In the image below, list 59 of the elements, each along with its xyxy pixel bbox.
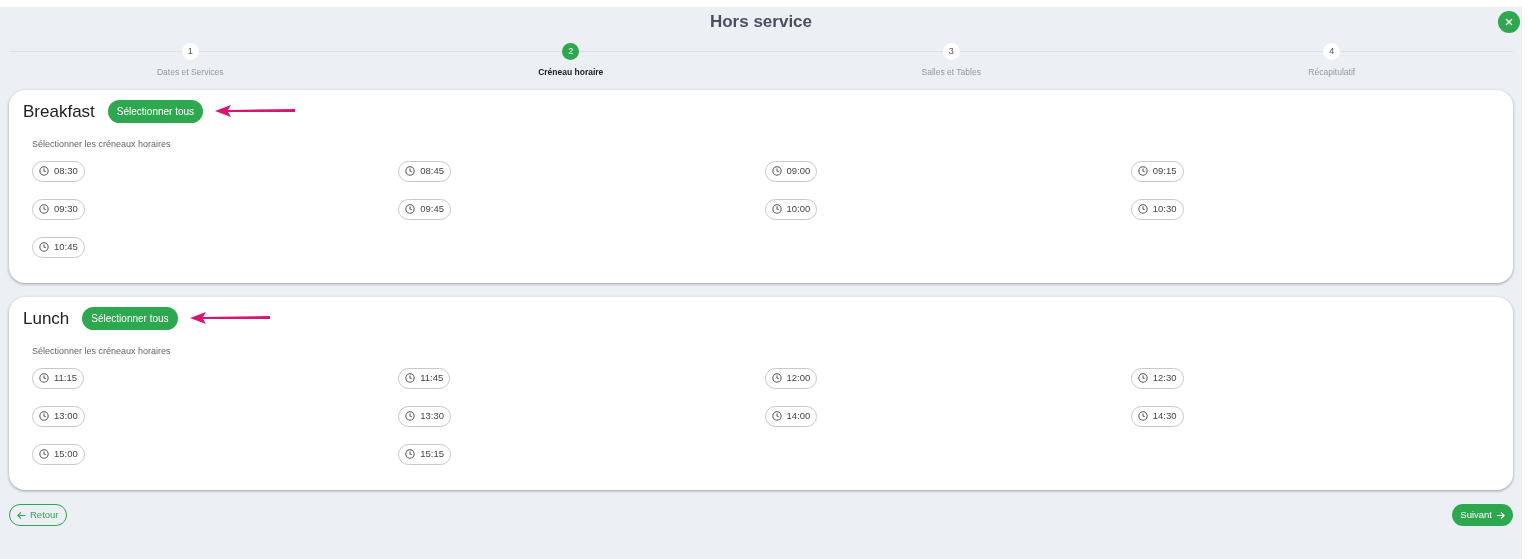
clock-icon [771, 166, 782, 176]
time-slot-button[interactable]: 08:45 [398, 160, 452, 182]
clock-icon [405, 204, 416, 214]
slots-prompt: Sélectionner les créneaux horaires [32, 345, 172, 358]
time-slot-button[interactable]: 10:45 [32, 236, 85, 258]
time-slot-button[interactable]: 15:15 [398, 443, 452, 465]
clock-icon [39, 166, 49, 176]
time-slot-button[interactable]: 15:00 [32, 443, 85, 465]
close-button[interactable] [1498, 11, 1520, 33]
clock-icon [39, 204, 49, 214]
clock-icon [405, 373, 416, 383]
time-slot-button[interactable]: 09:00 [764, 160, 818, 182]
time-slot-button[interactable]: 09:30 [32, 198, 85, 220]
stepper-step[interactable]: 2 Créneau horaire [380, 43, 761, 83]
stepper-step[interactable]: 3 Salles et Tables [761, 43, 1142, 83]
time-slot-button[interactable]: 13:30 [398, 405, 452, 427]
step-number: 2 [562, 43, 580, 60]
clock-icon [771, 204, 782, 214]
clock-icon [39, 242, 49, 252]
clock-icon [1137, 204, 1148, 214]
step-label: Récapitulatif [1308, 66, 1356, 79]
clock-icon [39, 373, 49, 383]
service-title: Lunch [23, 309, 70, 327]
clock-icon [39, 411, 49, 421]
time-slot-button[interactable]: 13:00 [32, 405, 85, 427]
clock-icon [1137, 411, 1148, 421]
slots-prompt: Sélectionner les créneaux horaires [32, 138, 172, 151]
time-slot-button[interactable]: 10:00 [764, 198, 818, 220]
time-slot-button[interactable]: 14:30 [1130, 405, 1184, 427]
clock-icon [1137, 373, 1148, 383]
step-label: Salles et Tables [921, 66, 981, 79]
time-slot-button[interactable]: 09:45 [398, 198, 452, 220]
service-title: Breakfast [23, 102, 95, 120]
step-number: 3 [942, 43, 960, 60]
clock-icon [405, 449, 416, 459]
stepper-step[interactable]: 4 Récapitulatif [1141, 43, 1522, 83]
time-slot-button[interactable]: 12:30 [1130, 367, 1184, 389]
clock-icon [771, 373, 782, 383]
time-slot-button[interactable]: 11:45 [398, 367, 451, 389]
clock-icon [771, 411, 782, 421]
clock-icon [39, 449, 49, 459]
time-slot-button[interactable]: 11:15 [32, 367, 85, 389]
step-label: Créneau horaire [538, 66, 604, 79]
time-slot-button[interactable]: 09:15 [1130, 160, 1184, 182]
stepper-step[interactable]: 1 Dates et Services [0, 43, 381, 83]
clock-icon [405, 166, 416, 176]
clock-icon [405, 411, 416, 421]
time-slot-button[interactable]: 14:00 [764, 405, 818, 427]
arrow-right-icon [1496, 510, 1505, 520]
close-icon [1504, 17, 1514, 27]
clock-icon [1137, 166, 1148, 176]
time-slot-button[interactable]: 08:30 [32, 160, 85, 182]
arrow-left-icon [17, 510, 26, 520]
page-title: Hors service [709, 10, 813, 33]
step-number: 4 [1323, 43, 1341, 60]
step-label: Dates et Services [156, 66, 224, 79]
time-slot-button[interactable]: 10:30 [1130, 198, 1184, 220]
time-slot-button[interactable]: 12:00 [764, 367, 818, 389]
step-number: 1 [181, 43, 199, 60]
